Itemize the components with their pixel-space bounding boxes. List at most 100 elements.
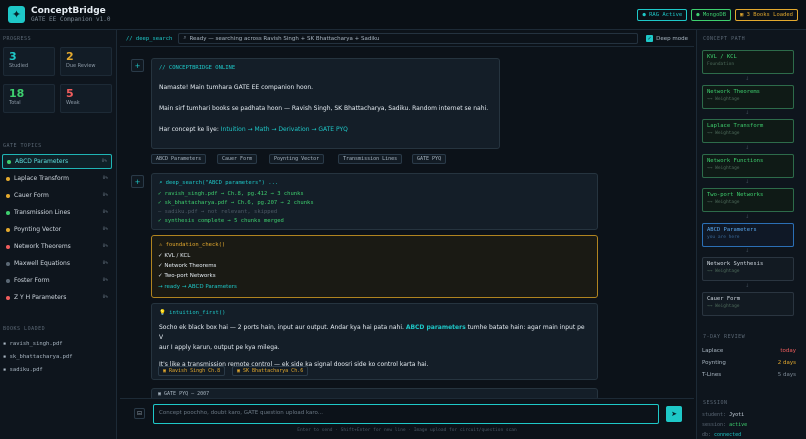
stat-value: 18 bbox=[9, 87, 25, 100]
topic-progress: 0% bbox=[102, 244, 108, 249]
intuition-text-a: Socho ek black box hai — 2 ports hain, i… bbox=[159, 324, 406, 331]
concept-node[interactable]: ABCD Parameters you are here bbox=[702, 222, 794, 247]
topic-item[interactable]: Transmission Lines 0% bbox=[2, 205, 112, 220]
path-arrow-icon: ↓ bbox=[745, 110, 750, 116]
brand: ConceptBridge GATE EE Companion v1.0 bbox=[31, 6, 110, 24]
status-badge: ● MongoDB bbox=[691, 8, 732, 21]
topic-progress: 0% bbox=[102, 227, 108, 232]
book-item[interactable]: ▪ sadiku.pdf bbox=[3, 367, 43, 373]
topic-status-dot bbox=[6, 278, 10, 283]
book-item[interactable]: ▪ ravish_singh.pdf bbox=[3, 341, 63, 347]
books-section-title: BOOKS LOADED bbox=[3, 326, 46, 332]
concept-node-title: Two-port Networks bbox=[707, 192, 764, 198]
topic-item[interactable]: ABCD Parameters 0% bbox=[2, 154, 112, 169]
review-item[interactable]: T-Lines 5 days bbox=[702, 372, 796, 378]
stat-label: Total bbox=[9, 100, 21, 106]
concept-node[interactable]: KVL / KCL Foundation bbox=[702, 50, 794, 74]
topic-item[interactable]: Laplace Transform 0% bbox=[2, 171, 112, 186]
book-reference-chip[interactable]: ▣ SK Bhattacharya Ch.6 bbox=[232, 366, 309, 376]
session-value: Jyoti bbox=[729, 412, 745, 418]
concept-path-title: CONCEPT PATH bbox=[703, 36, 746, 42]
concept-node[interactable]: Laplace Transform →→ Weightage bbox=[702, 119, 794, 143]
intuition-para-1: Socho ek black box hai — 2 ports hain, i… bbox=[159, 323, 590, 353]
message-input[interactable]: Concept poochho, doubt karo, GATE questi… bbox=[153, 404, 659, 424]
stat-card: 5 Weak bbox=[60, 84, 112, 113]
topic-status-dot bbox=[6, 261, 10, 266]
deep-search-line: — sadiku.pdf → not relevant, skipped bbox=[158, 209, 278, 215]
stat-label: Weak bbox=[66, 100, 80, 106]
topic-status-dot bbox=[6, 295, 10, 300]
topic-item[interactable]: Maxwell Equations 0% bbox=[2, 256, 112, 271]
search-status-input[interactable]: ⌕ Ready — searching across Ravish Singh … bbox=[178, 33, 639, 44]
gate-pyq-head: ▣ GATE PYQ — 2007 bbox=[158, 391, 210, 397]
topic-item[interactable]: Z Y H Parameters 0% bbox=[2, 290, 112, 305]
book-item[interactable]: ▪ sk_bhattacharya.pdf bbox=[3, 354, 73, 360]
topic-progress: 0% bbox=[102, 261, 108, 266]
app-logo-icon: ✦ bbox=[8, 6, 25, 23]
concept-node[interactable]: Network Synthesis →→ Weightage bbox=[702, 257, 794, 281]
search-tag: // deep_search bbox=[126, 35, 173, 42]
bot-avatar-icon: + bbox=[131, 175, 144, 188]
topic-progress: 0% bbox=[101, 159, 107, 164]
send-button[interactable]: ➤ bbox=[666, 406, 682, 422]
stat-card: 3 Studied bbox=[3, 47, 55, 76]
topic-label: Foster Form bbox=[14, 277, 50, 284]
topic-item[interactable]: Cauer Form 0% bbox=[2, 188, 112, 203]
welcome-tag: // CONCEPTBRIDGE ONLINE bbox=[159, 65, 236, 71]
review-title: 7-DAY REVIEW bbox=[703, 334, 746, 340]
concept-node[interactable]: Cauer Form →→ Weightage bbox=[702, 291, 794, 316]
welcome-line-3: Har concept ke liye: Intuition → Math → … bbox=[159, 126, 492, 133]
message-placeholder: Concept poochho, doubt karo, GATE questi… bbox=[159, 410, 324, 416]
app-root: ✦ ConceptBridge GATE EE Companion v1.0 ●… bbox=[0, 0, 806, 439]
topic-label: Laplace Transform bbox=[14, 175, 69, 182]
concept-node-sub: Foundation bbox=[707, 62, 735, 67]
suggestion-chip[interactable]: Poynting Vector bbox=[269, 154, 325, 164]
suggestion-chip[interactable]: ABCD Parameters bbox=[151, 154, 207, 164]
review-topic: T-Lines bbox=[702, 372, 722, 378]
topic-item[interactable]: Foster Form 0% bbox=[2, 273, 112, 288]
review-due: 2 days bbox=[777, 360, 796, 366]
topic-progress: 0% bbox=[102, 210, 108, 215]
concept-node-sub: →→ Weightage bbox=[707, 269, 740, 274]
foundation-check-head: ⚠ foundation_check() bbox=[159, 242, 226, 248]
concept-node-sub: →→ Weightage bbox=[707, 131, 740, 136]
welcome-line-3-prefix: Har concept ke liye: bbox=[159, 126, 221, 133]
review-due: 5 days bbox=[777, 372, 796, 378]
path-arrow-icon: ↓ bbox=[745, 248, 750, 254]
concept-node-sub: you are here bbox=[707, 234, 740, 240]
suggestion-chip[interactable]: Cauer Form bbox=[217, 154, 258, 164]
topic-item[interactable]: Network Theorems 0% bbox=[2, 239, 112, 254]
concept-node[interactable]: Network Theorems →→ Weightage bbox=[702, 84, 794, 109]
concept-node[interactable]: Two-port Networks →→ Weightage bbox=[702, 188, 794, 212]
foundation-item: ✓ Network Theorems bbox=[158, 263, 217, 269]
deep-mode-checkbox[interactable]: ✓ bbox=[646, 35, 654, 42]
review-due: today bbox=[780, 348, 796, 354]
deep-search-head: ⌕ deep_search("ABCD parameters") ... bbox=[159, 180, 279, 186]
deep-search-line: ✓ ravish_singh.pdf → Ch.8, pg.412 → 3 ch… bbox=[158, 191, 304, 197]
welcome-line-2: Main sirf tumhari books se padhata hoon … bbox=[159, 105, 489, 112]
session-row: db: connected bbox=[702, 432, 796, 438]
welcome-message: // CONCEPTBRIDGE ONLINE Namaste! Main tu… bbox=[151, 58, 500, 149]
review-item[interactable]: Laplace today bbox=[702, 348, 796, 354]
attach-icon: ⊟ bbox=[136, 410, 143, 417]
concept-node-title: Network Functions bbox=[707, 157, 764, 164]
review-item[interactable]: Poynting 2 days bbox=[702, 360, 796, 366]
suggestion-chip[interactable]: Transmission Lines bbox=[338, 154, 403, 164]
topic-progress: 0% bbox=[102, 193, 108, 198]
concept-node-title: Laplace Transform bbox=[707, 123, 764, 129]
topic-label: Z Y H Parameters bbox=[14, 294, 67, 301]
right-sidebar: CONCEPT PATH KVL / KCL Foundation ↓ Network… bbox=[696, 30, 806, 439]
session-row: student: Jyoti bbox=[702, 412, 796, 418]
book-reference-chip[interactable]: ▣ Ravish Singh Ch.8 bbox=[158, 366, 226, 376]
concept-node-title: KVL / KCL bbox=[707, 54, 737, 60]
welcome-flow: Intuition → Math → Derivation → GATE PYQ bbox=[220, 126, 348, 133]
path-arrow-icon: ↓ bbox=[745, 282, 750, 289]
path-arrow-icon: ↓ bbox=[745, 213, 750, 220]
topic-item[interactable]: Poynting Vector 0% bbox=[2, 222, 112, 237]
session-row: session: active bbox=[702, 422, 796, 428]
concept-node[interactable]: Network Functions →→ Weightage bbox=[702, 153, 794, 178]
suggestion-chip[interactable]: GATE PYQ bbox=[412, 154, 447, 164]
progress-section-title: PROGRESS bbox=[3, 36, 32, 42]
attach-image-button[interactable]: ⊟ bbox=[134, 408, 145, 419]
session-value: active bbox=[729, 422, 748, 428]
